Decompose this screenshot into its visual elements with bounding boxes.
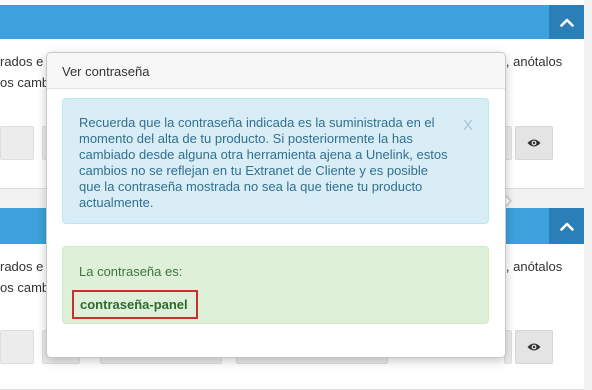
panel-2-text-1-right: l, anótalos xyxy=(503,259,563,274)
panel-header-1 xyxy=(0,5,584,39)
eye-icon xyxy=(527,139,541,147)
chevron-up-icon xyxy=(559,18,574,27)
panel-2-text-1: rados e xyxy=(0,259,44,274)
chevron-up-icon xyxy=(559,222,574,231)
close-icon[interactable]: X xyxy=(463,117,473,134)
info-alert-message: Recuerda que la contraseña indicada es l… xyxy=(79,115,448,210)
collapse-button-2[interactable] xyxy=(549,208,584,244)
popover-title: Ver contraseña xyxy=(47,53,505,89)
password-label: La contraseña es: xyxy=(79,264,183,279)
panel-2-field[interactable] xyxy=(0,330,34,364)
panel-2-text-2: os camb xyxy=(0,280,50,295)
panel-1-text-1: rados e xyxy=(0,54,44,69)
collapse-button-1[interactable] xyxy=(549,5,584,39)
password-value[interactable]: contraseña-panel xyxy=(72,290,198,319)
panel-1-text-2: os camb xyxy=(0,75,50,90)
password-popover: Ver contraseña Recuerda que la contraseñ… xyxy=(46,52,506,358)
panel-1-text-1-right: l, anótalos xyxy=(503,54,563,69)
view-password-button-1[interactable] xyxy=(515,126,553,160)
view-password-button-2[interactable] xyxy=(515,330,553,364)
password-alert: La contraseña es: contraseña-panel xyxy=(62,246,489,324)
eye-icon xyxy=(527,343,541,351)
panel-1-field[interactable] xyxy=(0,126,34,160)
info-alert: Recuerda que la contraseña indicada es l… xyxy=(62,98,489,224)
